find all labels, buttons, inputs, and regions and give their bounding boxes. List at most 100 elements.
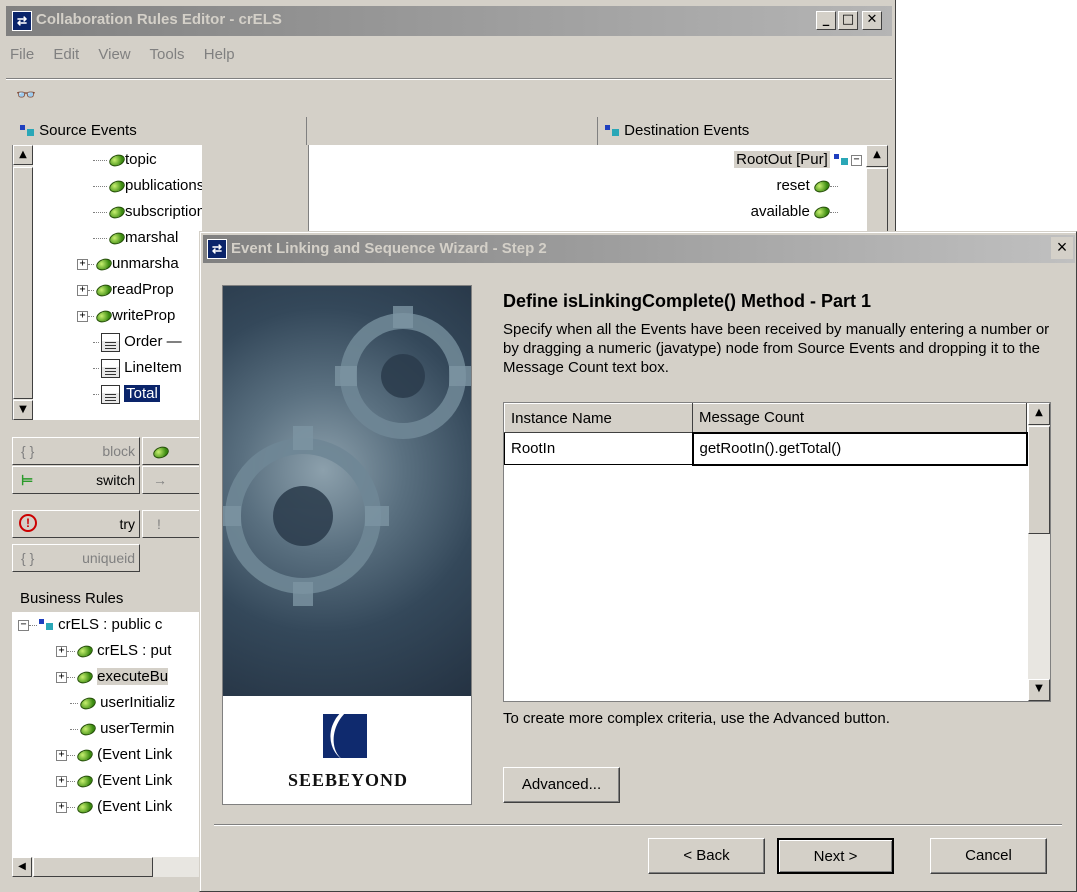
expand-icon[interactable]: + [56, 645, 67, 657]
scroll-up-button[interactable]: ▲ [13, 145, 33, 165]
scroll-up-button[interactable]: ▲ [866, 145, 888, 167]
column-instance-name[interactable]: Instance Name [504, 403, 693, 433]
advanced-button[interactable]: Advanced... [503, 767, 620, 803]
tree-item[interactable]: marshal [93, 225, 202, 251]
expand-icon[interactable]: + [56, 775, 67, 787]
method-block-button[interactable] [142, 437, 202, 465]
tree-item-label: marshal [125, 229, 179, 246]
tree-item-label: (Event Link [97, 772, 173, 789]
method-icon [107, 204, 127, 220]
tree-connector [67, 806, 75, 808]
maximize-button[interactable]: □ [838, 11, 858, 30]
source-scrollbar[interactable]: ▲ ▼ [13, 145, 33, 420]
menu-tools[interactable]: Tools [150, 46, 185, 63]
tree-item[interactable]: + readProp [77, 277, 202, 303]
tree-item[interactable]: userTermin [70, 716, 175, 742]
throw-icon: ! [157, 516, 161, 532]
tree-item[interactable]: + (Event Link [56, 768, 175, 794]
scroll-thumb[interactable] [1028, 426, 1050, 534]
grid-scrollbar[interactable]: ▲ ▼ [1028, 403, 1050, 701]
tree-item[interactable]: − crELS : public c [18, 612, 175, 638]
tree-item[interactable]: RootOut [Pur] − [734, 147, 862, 173]
class-icon [101, 384, 120, 404]
tree-item[interactable]: + executeBu [56, 664, 175, 690]
column-message-count[interactable]: Message Count [692, 403, 1027, 433]
tree-connector [67, 676, 75, 678]
class-icon [101, 332, 120, 352]
tree-item-label: reset [776, 177, 810, 194]
events-icon [834, 153, 849, 167]
menu-view[interactable]: View [98, 46, 130, 63]
tree-item[interactable]: Order — [93, 329, 202, 355]
expand-icon[interactable]: + [77, 284, 88, 296]
scroll-left-button[interactable]: ◀ [12, 857, 32, 877]
toolbar: 👓 [6, 78, 892, 108]
block-button[interactable]: { } block [12, 437, 140, 465]
tree-item[interactable]: topic [93, 147, 202, 173]
source-events-label: Source Events [39, 122, 137, 139]
binoculars-icon[interactable]: 👓 [16, 85, 36, 105]
dialog-close-icon[interactable]: × [1051, 237, 1073, 259]
next-button[interactable]: Next > [777, 838, 894, 874]
advanced-hint-text: To create more complex criteria, use the… [503, 710, 890, 727]
tree-connector [93, 393, 99, 395]
tree-item-selected[interactable]: Total [93, 381, 202, 407]
source-events-list: topic publications subscriptions marshal… [77, 147, 202, 407]
uniqueid-button[interactable]: { } uniqueid [12, 544, 140, 572]
scroll-down-button[interactable]: ▼ [1028, 679, 1050, 701]
expand-icon[interactable]: + [56, 671, 67, 683]
tree-item[interactable]: available [734, 199, 838, 225]
tree-item-label: (Event Link [97, 798, 173, 815]
tree-connector [93, 367, 99, 369]
tree-item-label: writeProp [112, 307, 176, 324]
message-count-grid[interactable]: Instance Name Message Count RootIn getRo… [503, 402, 1051, 702]
scroll-down-button[interactable]: ▼ [13, 400, 33, 420]
switch-button[interactable]: ⊨ switch [12, 466, 140, 494]
tree-item[interactable]: userInitializ [70, 690, 175, 716]
destination-events-tree[interactable]: RootOut [Pur] − reset available [598, 145, 866, 235]
tree-item[interactable]: subscriptions [93, 199, 202, 225]
menu-edit[interactable]: Edit [53, 46, 79, 63]
tree-connector [88, 263, 94, 265]
arrow-block-button[interactable]: → [142, 466, 202, 494]
tree-item[interactable]: publications [93, 173, 202, 199]
business-rules-hscrollbar[interactable]: ◀ [12, 857, 202, 877]
collapse-icon[interactable]: − [18, 619, 29, 631]
source-events-tree[interactable]: ▲ ▼ topic publications subscriptions mar… [12, 145, 202, 420]
expand-icon[interactable]: + [77, 310, 88, 322]
tree-item[interactable]: + crELS : put [56, 638, 175, 664]
expand-icon[interactable]: + [77, 258, 88, 270]
tree-item[interactable]: + (Event Link [56, 794, 175, 820]
cancel-button[interactable]: Cancel [930, 838, 1047, 874]
tree-item[interactable]: + (Event Link [56, 742, 175, 768]
scroll-thumb[interactable] [13, 167, 33, 399]
tree-item[interactable]: reset [734, 173, 838, 199]
minimize-button[interactable]: _ [816, 11, 836, 30]
try-button[interactable]: ! try [12, 510, 140, 538]
business-rules-tree[interactable]: − crELS : public c + crELS : put + execu… [12, 612, 202, 877]
table-row[interactable]: RootIn getRootIn().getTotal() [504, 431, 1028, 466]
table-header-row: Instance Name Message Count [504, 403, 1027, 433]
dialog-title: Event Linking and Sequence Wizard - Step… [231, 240, 547, 257]
expand-icon[interactable]: + [56, 801, 67, 813]
tree-connector [67, 754, 75, 756]
menu-help[interactable]: Help [204, 46, 235, 63]
message-count-cell[interactable]: getRootIn().getTotal() [691, 431, 1028, 466]
throw-block-button[interactable]: ! [142, 510, 202, 538]
expand-icon[interactable]: + [56, 749, 67, 761]
method-icon [75, 747, 95, 763]
tree-item[interactable]: + writeProp [77, 303, 202, 329]
back-button[interactable]: < Back [648, 838, 765, 874]
scroll-thumb[interactable] [33, 857, 153, 877]
method-icon [107, 152, 127, 168]
close-button[interactable]: ✕ [862, 11, 882, 30]
tree-item[interactable]: LineItem [93, 355, 202, 381]
tree-item[interactable]: + unmarsha [77, 251, 202, 277]
destination-scrollbar[interactable]: ▲ [866, 145, 888, 235]
switch-icon: ⊨ [21, 472, 34, 488]
collapse-icon[interactable]: − [851, 154, 862, 166]
scroll-thumb[interactable] [866, 168, 888, 235]
scroll-up-button[interactable]: ▲ [1028, 403, 1050, 425]
switch-label: switch [96, 472, 135, 488]
menu-file[interactable]: File [10, 46, 34, 63]
